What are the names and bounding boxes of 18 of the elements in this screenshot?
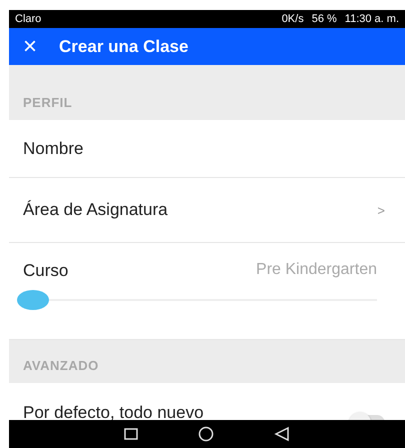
row-label[interactable]: Área de Asignatura (23, 200, 168, 220)
square-icon[interactable] (124, 428, 138, 440)
section-title: AVANZADO (23, 358, 99, 373)
time-label: 11:30 a. m. (344, 13, 399, 25)
carrier-label: Claro (15, 13, 42, 25)
section-title: PERFIL (23, 95, 72, 110)
triangle-icon[interactable] (274, 426, 290, 442)
app-title: Crear una Clase (59, 36, 188, 56)
chevron: > (377, 202, 385, 218)
close-button[interactable]: × (9, 34, 52, 58)
slider-value: Pre Kindergarten (256, 261, 377, 280)
circle-icon[interactable] (198, 426, 214, 442)
row-label: Curso (23, 261, 68, 281)
row-label: Por defecto, todo nuevo (23, 403, 204, 420)
row-label[interactable]: Nombre (23, 138, 84, 158)
slider-thumb[interactable] (17, 290, 49, 310)
battery-label: 56 % (312, 13, 337, 25)
speed-label: 0K/s (282, 13, 304, 25)
